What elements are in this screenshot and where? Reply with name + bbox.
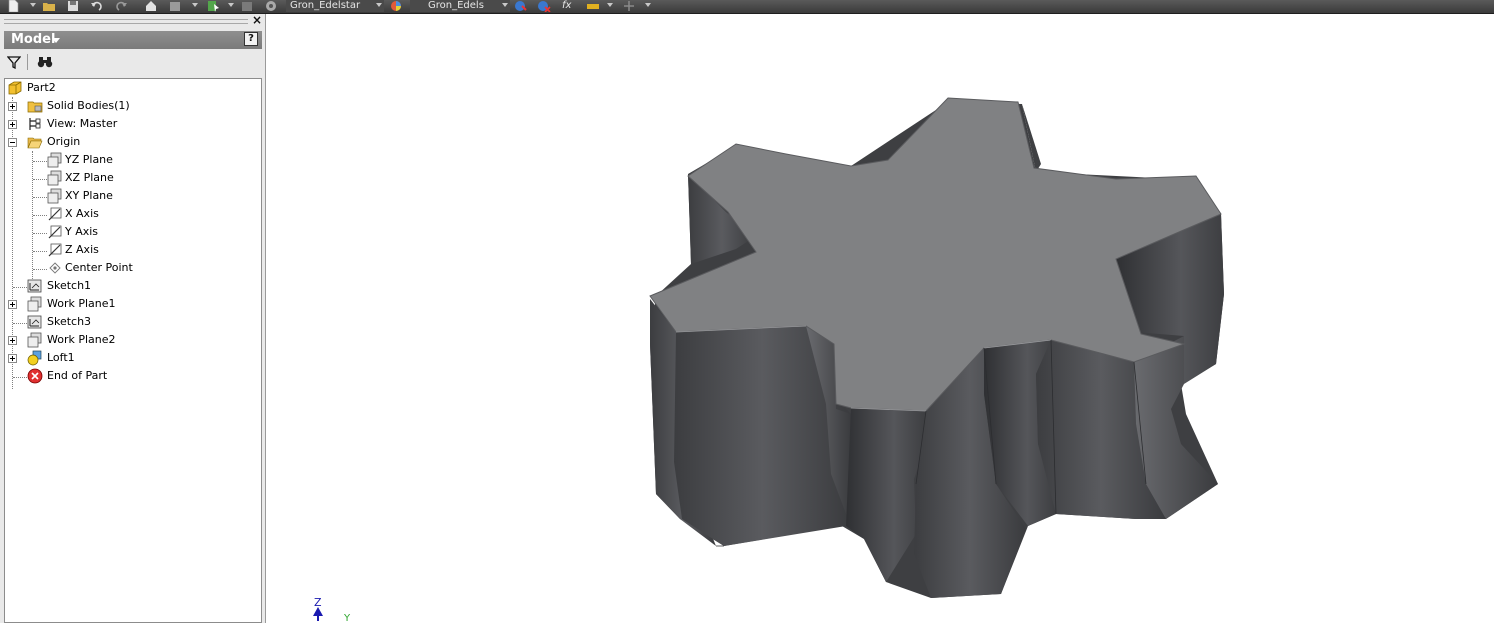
close-icon[interactable]: × xyxy=(251,14,263,26)
expand-toggle[interactable] xyxy=(8,120,17,129)
tree-connector xyxy=(33,179,47,180)
tree-item-label: Solid Bodies(1) xyxy=(47,99,130,112)
appearance-override-icon[interactable] xyxy=(240,0,254,12)
sketch-icon xyxy=(27,279,42,293)
open-folder-icon[interactable] xyxy=(42,0,56,12)
tree-connector xyxy=(32,151,33,281)
clear-appearance-icon[interactable] xyxy=(537,0,551,12)
redo-icon[interactable] xyxy=(114,0,128,12)
folder-open-icon xyxy=(27,137,43,149)
axis-icon xyxy=(48,243,62,257)
tree-item-label: Z Axis xyxy=(65,243,99,256)
tree-connector xyxy=(33,233,47,234)
collapse-toggle[interactable] xyxy=(8,138,17,147)
tree-connector xyxy=(13,323,27,324)
material-combo-value: Gron_Edelstar xyxy=(290,0,361,11)
tree-item-label: View: Master xyxy=(47,117,118,130)
tree-item-label: Center Point xyxy=(65,261,133,274)
quick-access-toolbar: Gron_Edelstar Gron_Edels fx xyxy=(0,0,1494,14)
tree-item-label: Work Plane2 xyxy=(47,333,116,346)
new-file-icon[interactable] xyxy=(6,0,20,12)
tree-item-label: End of Part xyxy=(47,369,108,382)
select-icon[interactable] xyxy=(206,0,220,12)
view-rep-icon xyxy=(29,118,41,130)
customize-dropdown-arrow[interactable] xyxy=(645,3,651,7)
tree-item-label: XZ Plane xyxy=(65,171,114,184)
graphics-viewport[interactable]: Z Y xyxy=(266,14,1494,623)
tree-connector xyxy=(33,251,47,252)
update-dropdown-arrow[interactable] xyxy=(192,3,198,7)
color-wheel-icon[interactable] xyxy=(389,0,403,12)
view-triad: Z Y xyxy=(310,596,360,623)
plane-icon xyxy=(47,188,62,204)
measure-dropdown-arrow[interactable] xyxy=(607,3,613,7)
browser-header: Model ? xyxy=(4,31,262,49)
triad-z-arrow-icon xyxy=(313,607,323,621)
binoculars-find-icon[interactable] xyxy=(37,55,53,69)
browser-title-dropdown[interactable]: Model xyxy=(11,32,55,48)
solid-bodies-icon xyxy=(27,101,43,113)
tree-item-label: X Axis xyxy=(65,207,99,220)
expand-toggle[interactable] xyxy=(8,300,17,309)
tree-item-label: Loft1 xyxy=(47,351,75,364)
update-icon[interactable] xyxy=(168,0,182,12)
tree-connector xyxy=(33,269,47,270)
adjust-appearance-icon[interactable] xyxy=(513,0,527,12)
home-icon[interactable] xyxy=(144,0,158,12)
tree-connector xyxy=(33,161,47,162)
center-point-icon xyxy=(49,262,61,274)
plane-icon xyxy=(47,170,62,186)
material-dropdown-arrow[interactable] xyxy=(376,3,382,7)
tree-item-label: XY Plane xyxy=(65,189,113,202)
help-icon[interactable]: ? xyxy=(244,32,258,46)
tree-item-label: Origin xyxy=(47,135,81,148)
panel-grip-handle[interactable] xyxy=(4,19,248,24)
tree-item-label: YZ Plane xyxy=(65,153,113,166)
work-plane-icon xyxy=(27,296,42,312)
appearance-dropdown-arrow[interactable] xyxy=(502,3,508,7)
measure-icon[interactable] xyxy=(586,0,600,12)
triad-y-label: Y xyxy=(344,613,351,623)
tree-connector xyxy=(13,287,27,288)
model-tree: Part2 Solid Bodies(1) View: Master Origi… xyxy=(4,78,262,623)
tree-connector xyxy=(33,215,47,216)
material-combo[interactable]: Gron_Edelstar xyxy=(286,0,384,12)
sketch-icon xyxy=(27,315,42,329)
save-icon[interactable] xyxy=(66,0,80,12)
model-browser-panel: × Model ? Part2 Solid Bodies(1) View: Ma… xyxy=(0,14,266,623)
appearance-combo[interactable]: Gron_Edels xyxy=(410,0,510,12)
part-icon xyxy=(8,81,22,95)
axis-icon xyxy=(48,225,62,239)
axis-icon xyxy=(48,207,62,221)
loft-icon xyxy=(27,350,42,366)
chevron-down-icon[interactable] xyxy=(52,38,60,43)
tree-item-label: Y Axis xyxy=(65,225,99,238)
new-dropdown-arrow[interactable] xyxy=(30,3,36,7)
end-of-part-icon xyxy=(27,368,43,384)
tree-connector xyxy=(13,377,27,378)
plane-icon xyxy=(47,152,62,168)
filter-icon[interactable] xyxy=(7,55,21,69)
settings-icon[interactable] xyxy=(264,0,278,12)
appearance-combo-value: Gron_Edels xyxy=(428,0,484,11)
function-fx-icon[interactable]: fx xyxy=(562,0,576,12)
toolbar-divider xyxy=(27,54,28,70)
expand-toggle[interactable] xyxy=(8,336,17,345)
tree-connector xyxy=(33,197,47,198)
gear-model-3d[interactable] xyxy=(266,14,1494,623)
expand-toggle[interactable] xyxy=(8,102,17,111)
expand-toggle[interactable] xyxy=(8,354,17,363)
create-3d-icon[interactable] xyxy=(622,0,636,12)
select-dropdown-arrow[interactable] xyxy=(228,3,234,7)
tree-item-label: Sketch1 xyxy=(47,279,92,292)
tree-root-label: Part2 xyxy=(27,81,56,94)
tree-item-label: Sketch3 xyxy=(47,315,92,328)
work-plane-icon xyxy=(27,332,42,348)
tree-item-label: Work Plane1 xyxy=(47,297,116,310)
undo-icon[interactable] xyxy=(90,0,104,12)
browser-filter-row xyxy=(4,52,262,72)
